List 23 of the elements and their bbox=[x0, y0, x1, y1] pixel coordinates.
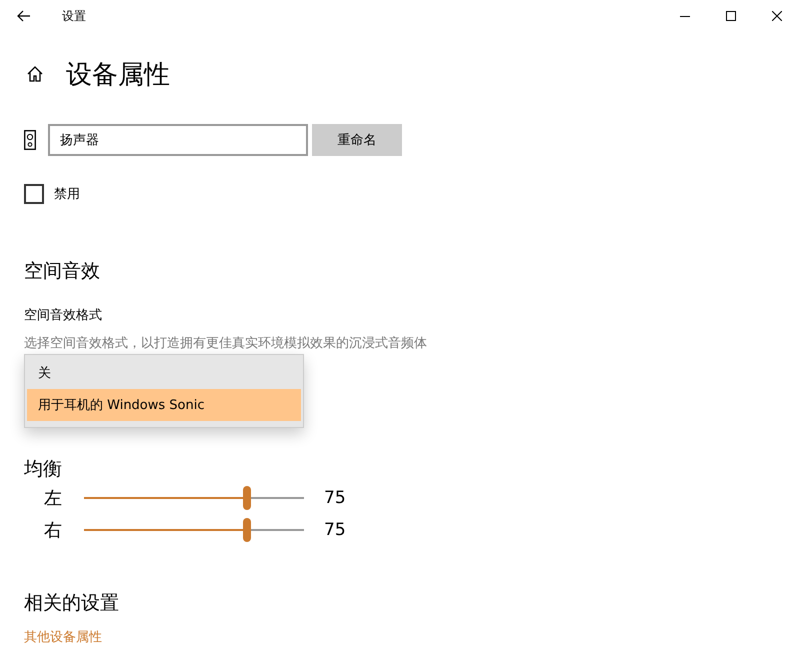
field-label: 空间音效格式 bbox=[24, 307, 103, 324]
disable-checkbox[interactable] bbox=[24, 184, 44, 204]
slider-value: 75 bbox=[324, 520, 346, 540]
menu-option[interactable]: 用于耳机的 Windows Sonic bbox=[27, 389, 301, 421]
slider-value: 75 bbox=[324, 488, 346, 508]
window-title: 设置 bbox=[62, 8, 87, 24]
description-text: 选择空间音效格式，以打造拥有更佳真实环境模拟效果的沉浸式音频体 bbox=[24, 335, 428, 352]
menu-option[interactable]: 关 bbox=[27, 357, 301, 389]
channel-label: 右 bbox=[43, 519, 63, 542]
slider-thumb[interactable] bbox=[242, 486, 251, 510]
page-title: 设备属性 bbox=[66, 58, 170, 92]
back-arrow-icon[interactable] bbox=[17, 10, 31, 22]
maximize-icon[interactable] bbox=[726, 11, 736, 21]
speaker-icon bbox=[24, 130, 36, 150]
slider-thumb[interactable] bbox=[242, 518, 251, 542]
section-heading: 空间音效 bbox=[24, 259, 101, 284]
rename-button[interactable]: 重命名 bbox=[312, 124, 402, 156]
section-heading: 相关的设置 bbox=[24, 591, 120, 616]
device-name-field[interactable]: 扬声器 bbox=[48, 124, 308, 156]
section-heading: 均衡 bbox=[24, 457, 63, 482]
channel-label: 左 bbox=[43, 487, 63, 510]
close-icon[interactable] bbox=[772, 11, 782, 21]
checkbox-label: 禁用 bbox=[54, 186, 80, 203]
